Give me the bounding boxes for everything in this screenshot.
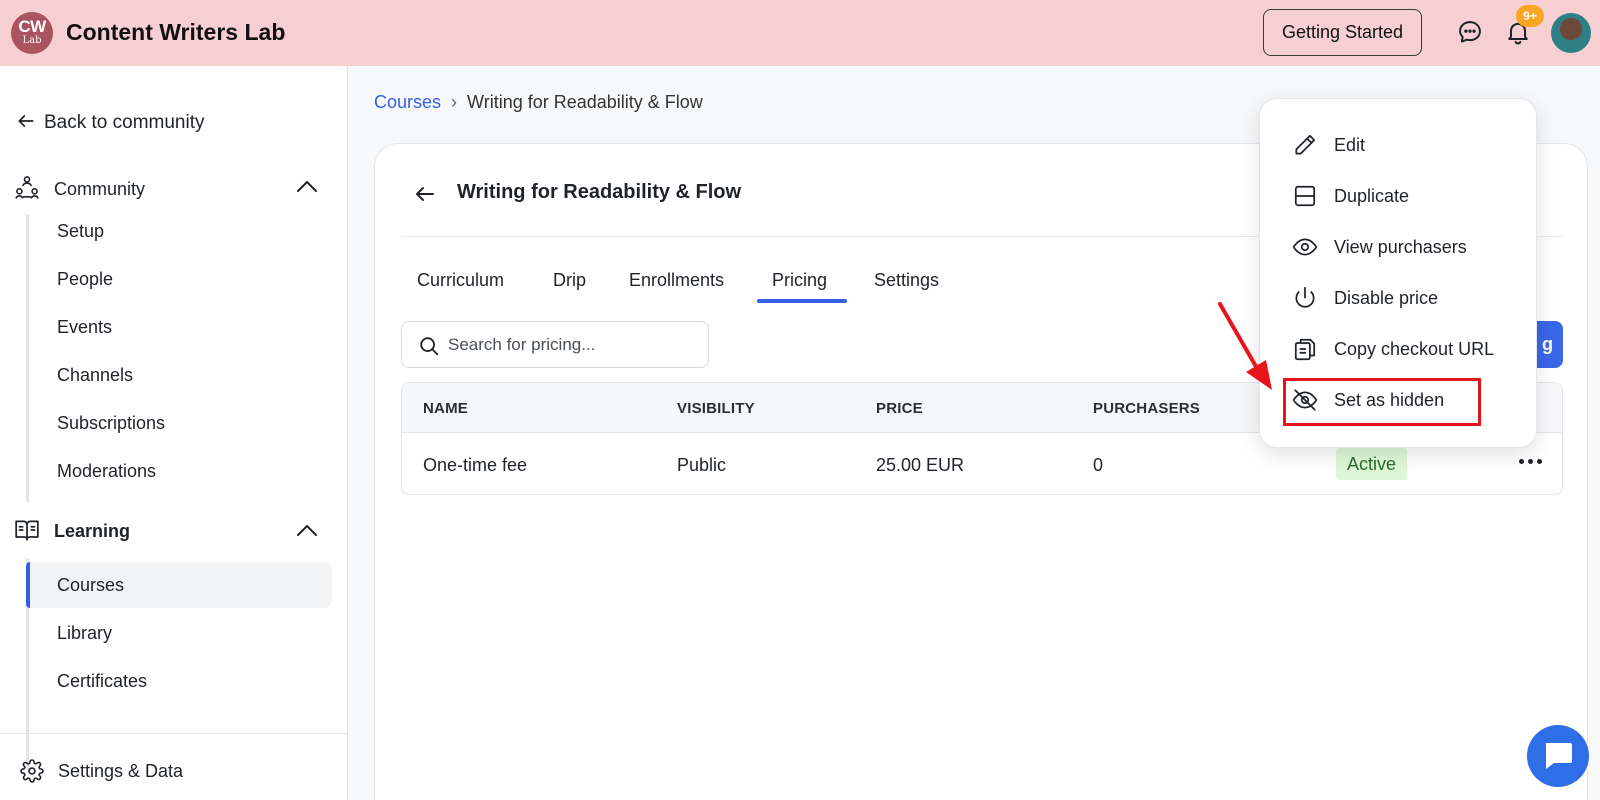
sidebar-item-people[interactable]: People [57,269,113,290]
column-header-visibility: VISIBILITY [677,400,755,417]
breadcrumb-current: Writing for Readability & Flow [467,92,703,112]
tab-settings[interactable]: Settings [874,270,939,291]
column-header-purchasers: PURCHASERS [1093,400,1201,417]
user-avatar[interactable] [1551,13,1591,53]
notification-badge: 9+ [1516,5,1544,27]
chevron-right-icon: › [451,92,458,112]
power-icon [1295,286,1315,308]
sidebar-item-certificates[interactable]: Certificates [57,671,147,692]
community-name[interactable]: Content Writers Lab [66,19,285,46]
row-name: One-time fee [423,455,528,475]
sidebar-item-library[interactable]: Library [57,623,112,644]
section-line [26,214,29,502]
sidebar-item-courses[interactable]: Courses [57,575,124,596]
row-price: 25.00 EUR [876,455,965,475]
sidebar-item-moderations[interactable]: Moderations [57,461,156,482]
getting-started-button[interactable]: Getting Started [1263,9,1422,56]
sidebar-item-channels[interactable]: Channels [57,365,133,386]
duplicate-icon [1294,185,1316,207]
search-input[interactable] [448,332,698,358]
highlight-annotation-box [1283,378,1481,426]
chevron-up-icon[interactable] [296,523,318,537]
search-icon [420,337,439,356]
row-purchasers: 0 [1093,455,1104,475]
more-options-icon[interactable] [1517,453,1547,475]
chat-bubble-icon[interactable] [1456,18,1484,46]
pricing-search [401,321,709,368]
column-header-name: NAME [423,400,468,417]
eye-icon [1292,238,1318,256]
breadcrumb-courses-link[interactable]: Courses [374,92,441,112]
top-bar: CW Lab Content Writers Lab Getting Start… [0,0,1600,66]
settings-and-data-link[interactable]: Settings & Data [20,759,183,783]
row-visibility: Public [677,455,727,475]
column-header-price: PRICE [876,400,923,417]
chat-icon [1545,743,1572,769]
tab-pricing[interactable]: Pricing [772,270,827,291]
sidebar-item-setup[interactable]: Setup [57,221,104,242]
divider [0,733,348,734]
tab-enrollments[interactable]: Enrollments [629,270,724,291]
pencil-icon [1295,134,1316,155]
back-to-community-link[interactable]: Back to community [16,111,205,134]
book-icon [15,520,39,541]
tab-drip[interactable]: Drip [553,270,586,291]
row-actions-menu: Edit Duplicate View purchasers Disable p… [1259,98,1537,448]
status-badge: Active [1336,448,1408,480]
gear-icon [20,759,44,783]
community-logo[interactable]: CW Lab [11,12,53,54]
section-learning[interactable]: Learning [14,518,130,542]
active-tab-indicator [757,299,847,303]
copy-icon [1294,338,1316,361]
tab-curriculum[interactable]: Curriculum [417,270,504,291]
arrow-left-icon [18,115,34,127]
section-community[interactable]: Community [14,174,145,200]
chevron-up-icon[interactable] [296,179,318,193]
course-title: Writing for Readability & Flow [457,181,742,203]
community-icon [15,176,39,199]
breadcrumb: Courses › Writing for Readability & Flow [374,92,703,113]
sidebar-item-subscriptions[interactable]: Subscriptions [57,413,165,434]
sidebar-item-events[interactable]: Events [57,317,112,338]
support-chat-button[interactable] [1527,725,1589,787]
sidebar: Back to community Community Setup People… [0,66,348,800]
back-arrow-icon[interactable] [413,182,437,206]
annotation-arrow-icon [1218,302,1272,390]
